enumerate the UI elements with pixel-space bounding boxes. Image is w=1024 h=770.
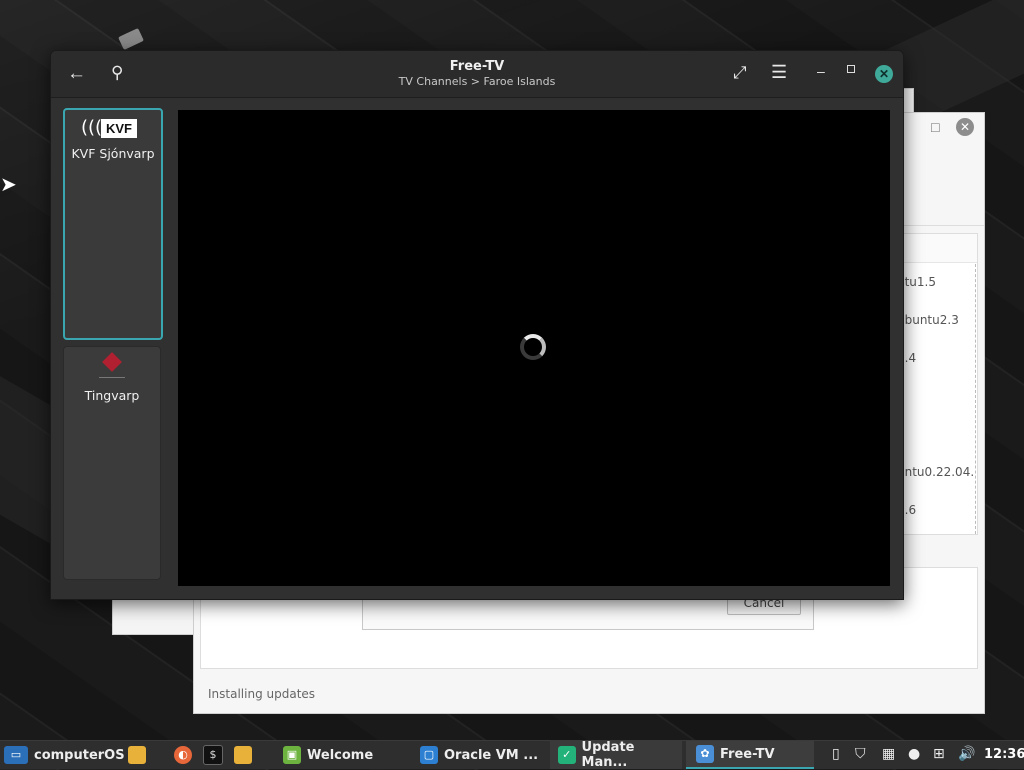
volume-icon[interactable]: 🔊 [958,746,975,762]
tingvarp-emblem-icon [102,352,122,372]
channel-name: Tingvarp [84,388,140,403]
divider [975,264,976,534]
taskbar-item-free-tv[interactable]: ✿ Free-TV [686,741,814,769]
channel-card-tingvarp[interactable]: Tingvarp [63,346,161,580]
fullscreen-icon[interactable]: ⤢ [733,63,747,83]
channel-card-kvf[interactable]: ((( KVF KVF Sjónvarp [63,108,163,340]
taskbar-item-welcome[interactable]: ▣ Welcome [283,741,413,769]
clipboard-icon[interactable]: ▯ [832,746,840,762]
version-text: ubuntu2.3 [897,313,959,327]
folder-icon [128,746,146,764]
maximize-icon[interactable] [847,65,855,73]
taskbar: ▭ computerOS ◐ $ ▣ Welcome ▢ Oracle VM .… [0,740,1024,770]
terminal-icon: $ [203,745,223,765]
network-icon[interactable]: ⊞ [933,746,945,762]
video-player[interactable] [178,110,890,586]
channel-list[interactable]: ((( KVF KVF Sjónvarp Tingvarp [61,108,165,584]
kvf-logo: ((( KVF [81,117,145,139]
shield-icon: ✓ [558,746,576,764]
desktop-icon[interactable] [118,28,144,50]
launcher-files[interactable] [128,741,152,769]
taskbar-item-label: Welcome [307,747,374,763]
free-tv-window[interactable]: ← ⚲ Free-TV TV Channels > Faroe Islands … [50,50,904,600]
folder-icon [234,746,252,764]
free-tv-icon: ✿ [696,745,714,763]
welcome-icon: ▣ [283,746,301,764]
virtualbox-icon: ▢ [420,746,438,764]
maximize-icon[interactable]: ☐ [930,121,941,135]
launcher-firefox[interactable]: ◐ [174,741,198,769]
taskbar-item-label: Oracle VM ... [444,747,539,763]
start-menu-button[interactable]: ▭ computerOS [4,741,125,769]
header-bar[interactable]: ← ⚲ Free-TV TV Channels > Faroe Islands … [51,51,903,98]
taskbar-item-label: Update Man... [581,740,635,770]
tingvarp-logo [99,351,125,381]
launcher-folder[interactable] [234,741,258,769]
version-text: untu0.22.04. [897,465,975,479]
update-tray-icon[interactable]: ▦ [882,746,895,762]
launcher-terminal[interactable]: $ [203,741,229,769]
close-icon[interactable]: ✕ [875,65,893,83]
kvf-logo-text: KVF [101,118,137,138]
shield-tray-icon[interactable]: ⛉ [855,746,866,762]
status-text: Installing updates [208,687,316,701]
start-menu-label: computerOS [34,747,125,763]
taskbar-item-update-manager[interactable]: ✓ Update Man... [550,740,682,770]
loading-spinner-icon [520,334,546,360]
mouse-cursor-icon: ➤ [0,172,17,196]
computer-icon: ▭ [4,746,28,764]
divider [99,377,125,378]
user-icon[interactable]: ● [908,746,920,762]
taskbar-item-oracle-vm[interactable]: ▢ Oracle VM ... [420,741,548,769]
close-icon[interactable]: ✕ [956,118,974,136]
kvf-logo-mark-icon: ((( [81,117,103,138]
channel-name: KVF Sjónvarp [71,146,155,161]
taskbar-item-label: Free-TV [720,746,775,762]
hamburger-menu-icon[interactable]: ☰ [771,62,787,83]
content-area: ((( KVF KVF Sjónvarp Tingvarp [51,98,903,599]
clock[interactable]: 12:36 [984,747,1024,762]
minimize-icon[interactable]: – [817,63,825,79]
firefox-icon: ◐ [174,746,192,764]
